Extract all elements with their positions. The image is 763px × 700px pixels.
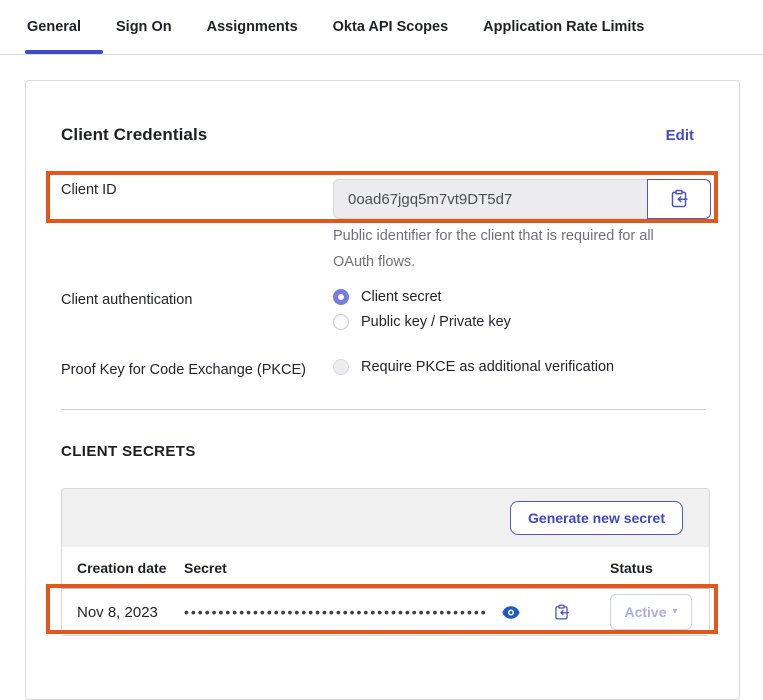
checkbox-unchecked-icon[interactable]	[333, 359, 349, 375]
client-secrets-table: Generate new secret Creation date Secret…	[61, 488, 710, 636]
section-title: Client Credentials	[61, 125, 207, 145]
client-id-label: Client ID	[61, 182, 117, 198]
table-header-row: Creation date Secret Status	[62, 547, 709, 589]
radio-option-public-private-key[interactable]: Public key / Private key	[333, 314, 511, 330]
copy-secret-button[interactable]	[553, 604, 570, 621]
active-tab-indicator	[25, 50, 103, 54]
client-secrets-title: CLIENT SECRETS	[61, 443, 196, 460]
client-id-field-group: 0oad67jgq5m7vt9DT5d7	[333, 179, 711, 219]
pkce-checkbox-row[interactable]: Require PKCE as additional verification	[333, 359, 614, 375]
pkce-label: Proof Key for Code Exchange (PKCE)	[61, 362, 306, 378]
radio-unselected-icon[interactable]	[333, 314, 349, 330]
client-authentication-options: Client secret Public key / Private key	[333, 289, 511, 330]
reveal-secret-button[interactable]	[502, 606, 520, 619]
client-credentials-header: Client Credentials Edit	[61, 125, 694, 145]
radio-selected-icon[interactable]	[333, 289, 349, 305]
client-id-value: 0oad67jgq5m7vt9DT5d7	[333, 179, 647, 219]
status-dropdown-button[interactable]: Active ▾	[610, 594, 692, 630]
client-authentication-label: Client authentication	[61, 292, 192, 308]
secret-creation-date: Nov 8, 2023	[62, 604, 184, 621]
secret-cell: ••••••••••••••••••••••••••••••••••••••••…	[184, 604, 610, 621]
checkbox-label: Require PKCE as additional verification	[361, 359, 614, 375]
copy-client-id-button[interactable]	[647, 179, 711, 219]
column-header-secret: Secret	[184, 560, 610, 576]
edit-link[interactable]: Edit	[666, 127, 694, 144]
radio-label: Public key / Private key	[361, 314, 511, 330]
general-settings-card: Client Credentials Edit Client ID 0oad67…	[25, 80, 740, 700]
tab-general[interactable]: General	[27, 19, 81, 35]
tab-assignments[interactable]: Assignments	[207, 19, 298, 35]
radio-option-client-secret[interactable]: Client secret	[333, 289, 511, 305]
column-header-creation-date: Creation date	[62, 560, 184, 576]
tab-okta-api-scopes[interactable]: Okta API Scopes	[333, 19, 449, 35]
caret-down-icon: ▾	[673, 607, 678, 617]
tab-sign-on[interactable]: Sign On	[116, 19, 172, 35]
clipboard-copy-icon	[553, 604, 570, 621]
table-row: Nov 8, 2023 ••••••••••••••••••••••••••••…	[62, 589, 709, 635]
tab-application-rate-limits[interactable]: Application Rate Limits	[483, 19, 644, 35]
client-id-help-text: Public identifier for the client that is…	[333, 223, 681, 275]
tab-bar: General Sign On Assignments Okta API Sco…	[0, 0, 763, 55]
masked-secret-value: ••••••••••••••••••••••••••••••••••••••••…	[184, 604, 502, 620]
column-header-status: Status	[610, 560, 709, 576]
pkce-option: Require PKCE as additional verification	[333, 359, 614, 375]
clipboard-copy-icon	[669, 189, 689, 209]
secrets-toolbar: Generate new secret	[62, 489, 709, 547]
eye-icon	[502, 606, 520, 619]
section-divider	[61, 409, 706, 410]
generate-new-secret-button[interactable]: Generate new secret	[510, 501, 683, 535]
status-cell: Active ▾	[610, 594, 709, 630]
status-label: Active	[624, 604, 666, 620]
radio-label: Client secret	[361, 289, 442, 305]
